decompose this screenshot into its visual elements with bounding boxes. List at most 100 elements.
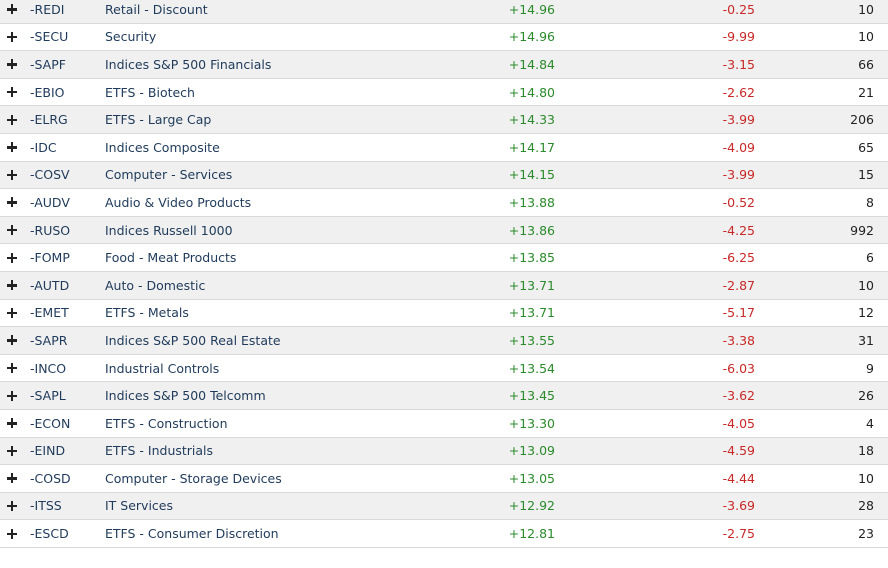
industry-name-cell: Indices Composite <box>105 139 220 155</box>
symbol-cell[interactable]: -AUTD <box>30 278 69 293</box>
industry-name-cell: ETFS - Biotech <box>105 84 195 100</box>
expand-plus-icon[interactable] <box>6 528 18 540</box>
expand-plus-icon[interactable] <box>6 279 18 291</box>
symbol-cell[interactable]: -FOMP <box>30 250 70 265</box>
industry-name-cell: Indices S&P 500 Financials <box>105 56 272 72</box>
expand-plus-icon[interactable] <box>6 500 18 512</box>
negative-change-cell: -4.44 <box>722 470 755 486</box>
table-row: -SAPL Indices S&P 500 Telcomm +13.45 -3.… <box>0 382 888 410</box>
count-cell: 206 <box>850 112 874 128</box>
count-cell: 31 <box>858 332 874 348</box>
expand-plus-icon[interactable] <box>6 417 18 429</box>
symbol-cell[interactable]: -ECON <box>30 416 70 431</box>
table-row: -RUSO Indices Russell 1000 +13.86 -4.25 … <box>0 216 888 245</box>
table-row: -AUDV Audio & Video Products +13.88 -0.5… <box>0 189 888 217</box>
expand-plus-icon[interactable] <box>6 196 18 208</box>
symbol-cell[interactable]: -INCO <box>30 361 66 376</box>
count-cell: 65 <box>858 139 874 155</box>
negative-change-cell: -4.25 <box>722 222 755 238</box>
expand-plus-icon[interactable] <box>6 445 18 457</box>
expand-plus-icon[interactable] <box>6 362 18 374</box>
symbol-cell[interactable]: -SAPL <box>30 388 66 403</box>
industry-name-cell: Indices S&P 500 Telcomm <box>105 388 266 404</box>
negative-change-cell: -6.03 <box>722 360 755 376</box>
positive-change-cell: +13.55 <box>508 332 555 348</box>
negative-change-cell: -5.17 <box>722 305 755 321</box>
positive-change-cell: +13.09 <box>508 443 555 459</box>
symbol-cell[interactable]: -ELRG <box>30 112 68 127</box>
table-row: -REDI Retail - Discount +14.96 -0.25 10 <box>0 0 888 24</box>
industry-name-cell: Indices Russell 1000 <box>105 222 233 238</box>
symbol-cell[interactable]: -EMET <box>30 305 69 320</box>
industry-name-cell: Computer - Storage Devices <box>105 470 282 486</box>
expand-plus-icon[interactable] <box>6 252 18 264</box>
industry-name-cell: Retail - Discount <box>105 1 208 17</box>
expand-plus-icon[interactable] <box>6 141 18 153</box>
industry-name-cell: ETFS - Metals <box>105 305 189 321</box>
positive-change-cell: +13.05 <box>508 470 555 486</box>
table-row: -SECU Security +14.96 -9.99 10 <box>0 23 888 52</box>
count-cell: 10 <box>858 1 874 17</box>
expand-plus-icon[interactable] <box>6 334 18 346</box>
symbol-cell[interactable]: -SAPF <box>30 57 66 72</box>
count-cell: 4 <box>866 415 874 431</box>
industry-name-cell: Food - Meat Products <box>105 250 237 266</box>
industry-name-cell: ETFS - Industrials <box>105 443 214 459</box>
negative-change-cell: -3.38 <box>722 332 755 348</box>
table-row: -COSV Computer - Services +14.15 -3.99 1… <box>0 161 888 190</box>
expand-plus-icon[interactable] <box>6 224 18 236</box>
positive-change-cell: +13.88 <box>508 194 555 210</box>
count-cell: 12 <box>858 305 874 321</box>
symbol-cell[interactable]: -COSV <box>30 167 70 182</box>
symbol-cell[interactable]: -COSD <box>30 471 71 486</box>
table-row: -ECON ETFS - Construction +13.30 -4.05 4 <box>0 409 888 438</box>
positive-change-cell: +13.30 <box>508 415 555 431</box>
count-cell: 66 <box>858 56 874 72</box>
positive-change-cell: +13.45 <box>508 388 555 404</box>
positive-change-cell: +14.84 <box>508 56 555 72</box>
count-cell: 28 <box>858 498 874 514</box>
expand-plus-icon[interactable] <box>6 31 18 43</box>
industry-name-cell: Industrial Controls <box>105 360 220 376</box>
positive-change-cell: +14.80 <box>508 84 555 100</box>
expand-plus-icon[interactable] <box>6 58 18 70</box>
table-row: -COSD Computer - Storage Devices +13.05 … <box>0 465 888 493</box>
symbol-cell[interactable]: -ITSS <box>30 498 62 513</box>
negative-change-cell: -4.09 <box>722 139 755 155</box>
expand-plus-icon[interactable] <box>6 169 18 181</box>
count-cell: 15 <box>858 167 874 183</box>
count-cell: 18 <box>858 443 874 459</box>
expand-plus-icon[interactable] <box>6 472 18 484</box>
negative-change-cell: -4.05 <box>722 415 755 431</box>
expand-plus-icon[interactable] <box>6 390 18 402</box>
count-cell: 23 <box>858 526 874 542</box>
positive-change-cell: +14.96 <box>508 29 555 45</box>
positive-change-cell: +14.33 <box>508 112 555 128</box>
expand-plus-icon[interactable] <box>6 3 18 15</box>
symbol-cell[interactable]: -SAPR <box>30 333 67 348</box>
symbol-cell[interactable]: -ESCD <box>30 526 69 541</box>
table-row: -AUTD Auto - Domestic +13.71 -2.87 10 <box>0 271 888 300</box>
symbol-cell[interactable]: -AUDV <box>30 195 70 210</box>
table-row: -EMET ETFS - Metals +13.71 -5.17 12 <box>0 299 888 328</box>
count-cell: 10 <box>858 470 874 486</box>
symbol-cell[interactable]: -SECU <box>30 29 68 44</box>
symbol-cell[interactable]: -EIND <box>30 443 65 458</box>
expand-plus-icon[interactable] <box>6 86 18 98</box>
symbol-cell[interactable]: -IDC <box>30 140 57 155</box>
expand-plus-icon[interactable] <box>6 307 18 319</box>
industry-name-cell: Security <box>105 29 157 45</box>
symbol-cell[interactable]: -EBIO <box>30 85 65 100</box>
symbol-cell[interactable]: -RUSO <box>30 223 70 238</box>
table-row: -SAPF Indices S&P 500 Financials +14.84 … <box>0 51 888 79</box>
industry-name-cell: Auto - Domestic <box>105 277 206 293</box>
symbol-cell[interactable]: -REDI <box>30 2 64 17</box>
count-cell: 6 <box>866 250 874 266</box>
negative-change-cell: -3.99 <box>722 167 755 183</box>
count-cell: 26 <box>858 388 874 404</box>
positive-change-cell: +14.15 <box>508 167 555 183</box>
expand-plus-icon[interactable] <box>6 114 18 126</box>
industry-name-cell: Audio & Video Products <box>105 194 252 210</box>
negative-change-cell: -3.99 <box>722 112 755 128</box>
table-row: -EIND ETFS - Industrials +13.09 -4.59 18 <box>0 437 888 466</box>
